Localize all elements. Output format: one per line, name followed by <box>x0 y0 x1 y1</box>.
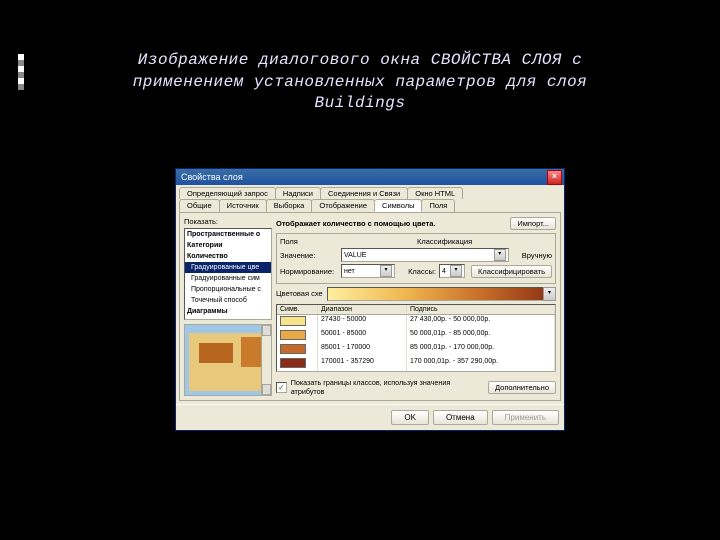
section-fields: Поля <box>280 237 338 246</box>
chevron-down-icon: ▾ <box>450 265 462 277</box>
tab-joins[interactable]: Соединения и Связи <box>320 187 408 199</box>
tab-strip: Определяющий запрос Надписи Соединения и… <box>176 185 564 212</box>
class-break-row[interactable]: 50001 - 8500050 000,01р. - 85 000,00р. <box>277 329 555 343</box>
import-button[interactable]: Импорт... <box>510 217 556 230</box>
symbol-swatch[interactable] <box>280 330 306 340</box>
range-cell[interactable]: 170001 - 357290 <box>318 357 407 371</box>
value-field-text: VALUE <box>344 252 366 259</box>
classes-text: 4 <box>442 268 446 275</box>
value-field-select[interactable]: VALUE ▾ <box>341 248 509 262</box>
apply-button[interactable]: Применить <box>492 410 559 425</box>
renderer-description: Отображает количество с помощью цвета. <box>276 219 436 228</box>
tab-fields[interactable]: Поля <box>421 199 455 212</box>
symbol-swatch[interactable] <box>280 316 306 326</box>
tab-source[interactable]: Источник <box>219 199 267 212</box>
label-cell[interactable]: 27 430,00р. - 50 000,00р. <box>407 315 555 329</box>
window-title: Свойства слоя <box>181 172 547 182</box>
fields-classification-panel: Поля Классификация Значение: VALUE ▾ Вру… <box>276 233 556 284</box>
renderer-list-item[interactable]: Пространственные о <box>185 229 271 240</box>
preview-scrollbar[interactable] <box>261 325 271 395</box>
chevron-down-icon: ▾ <box>543 287 556 301</box>
norm-label: Нормирование: <box>280 267 338 276</box>
classes-select[interactable]: 4 ▾ <box>439 264 465 278</box>
renderer-list[interactable]: Пространственные оКатегорииКоличествоГра… <box>184 228 272 320</box>
grid-header-label[interactable]: Подпись <box>407 305 555 314</box>
slide-caption: Изображение диалогового окна СВОЙСТВА СЛ… <box>0 0 720 115</box>
classify-button[interactable]: Классифицировать <box>471 265 552 278</box>
caption-line: Buildings <box>315 94 406 112</box>
renderer-list-item[interactable]: Пропорциональные с <box>185 284 271 295</box>
show-label: Показать: <box>184 217 272 226</box>
tab-html[interactable]: Окно HTML <box>407 187 463 199</box>
range-cell[interactable]: 50001 - 85000 <box>318 329 407 343</box>
renderer-list-item[interactable]: Категории <box>185 240 271 251</box>
grid-header-range[interactable]: Диапазон <box>318 305 407 314</box>
grid-header-symbol[interactable]: Симв. <box>277 305 318 314</box>
label-cell[interactable]: 50 000,01р. - 85 000,00р. <box>407 329 555 343</box>
classifier-name: Вручную <box>522 251 552 260</box>
color-ramp-label: Цветовая схе <box>276 289 323 298</box>
chevron-down-icon: ▾ <box>494 249 506 261</box>
class-break-row[interactable]: 27430 - 5000027 430,00р. - 50 000,00р. <box>277 315 555 329</box>
tab-general[interactable]: Общие <box>179 199 220 212</box>
classes-label: Классы: <box>408 267 436 276</box>
symbology-pane: Показать: Пространственные оКатегорииКол… <box>179 212 561 401</box>
titlebar[interactable]: Свойства слоя × <box>176 169 564 185</box>
layer-properties-dialog: Свойства слоя × Определяющий запрос Надп… <box>175 168 565 431</box>
color-ramp-select[interactable]: ▾ <box>327 287 556 301</box>
range-cell[interactable]: 27430 - 50000 <box>318 315 407 329</box>
slide-decoration <box>18 54 24 90</box>
advanced-button[interactable]: Дополнительно <box>488 381 556 394</box>
value-label: Значение: <box>280 251 338 260</box>
caption-line: Изображение диалогового окна СВОЙСТВА СЛ… <box>138 51 582 69</box>
tab-symbology[interactable]: Символы <box>374 199 422 212</box>
norm-text: нет <box>344 268 355 275</box>
symbol-swatch[interactable] <box>280 358 306 368</box>
renderer-list-item[interactable]: Диаграммы <box>185 306 271 317</box>
tab-query[interactable]: Определяющий запрос <box>179 187 276 199</box>
symbol-swatch[interactable] <box>280 344 306 354</box>
cancel-button[interactable]: Отмена <box>433 410 488 425</box>
ok-button[interactable]: OK <box>391 410 429 425</box>
tab-labels[interactable]: Надписи <box>275 187 321 199</box>
normalization-select[interactable]: нет ▾ <box>341 264 395 278</box>
renderer-list-item[interactable]: Точечный способ <box>185 295 271 306</box>
close-icon[interactable]: × <box>547 170 562 185</box>
label-cell[interactable]: 85 000,01р. - 170 000,00р. <box>407 343 555 357</box>
class-breaks-grid[interactable]: Симв. Диапазон Подпись 27430 - 5000027 4… <box>276 304 556 372</box>
renderer-list-item[interactable]: Градуированные цве <box>185 262 271 273</box>
class-break-row[interactable]: 170001 - 357290170 000,01р. - 357 290,00… <box>277 357 555 371</box>
label-cell[interactable]: 170 000,01р. - 357 290,00р. <box>407 357 555 371</box>
section-classification: Классификация <box>417 237 477 246</box>
renderer-list-item[interactable]: По нескольким атри <box>185 317 271 320</box>
map-preview <box>184 324 272 396</box>
tab-display[interactable]: Отображение <box>311 199 375 212</box>
class-break-row[interactable]: 85001 - 17000085 000,01р. - 170 000,00р. <box>277 343 555 357</box>
show-class-ranges-label: Показать границы классов, используя знач… <box>291 378 480 396</box>
tab-selection[interactable]: Выборка <box>266 199 313 212</box>
show-class-ranges-checkbox[interactable]: ✓ <box>276 382 287 393</box>
renderer-list-item[interactable]: Количество <box>185 251 271 262</box>
chevron-down-icon: ▾ <box>380 265 392 277</box>
range-cell[interactable]: 85001 - 170000 <box>318 343 407 357</box>
dialog-footer: OK Отмена Применить <box>176 404 564 430</box>
renderer-list-item[interactable]: Градуированные сим <box>185 273 271 284</box>
caption-line: применением установленных параметров для… <box>133 73 588 91</box>
